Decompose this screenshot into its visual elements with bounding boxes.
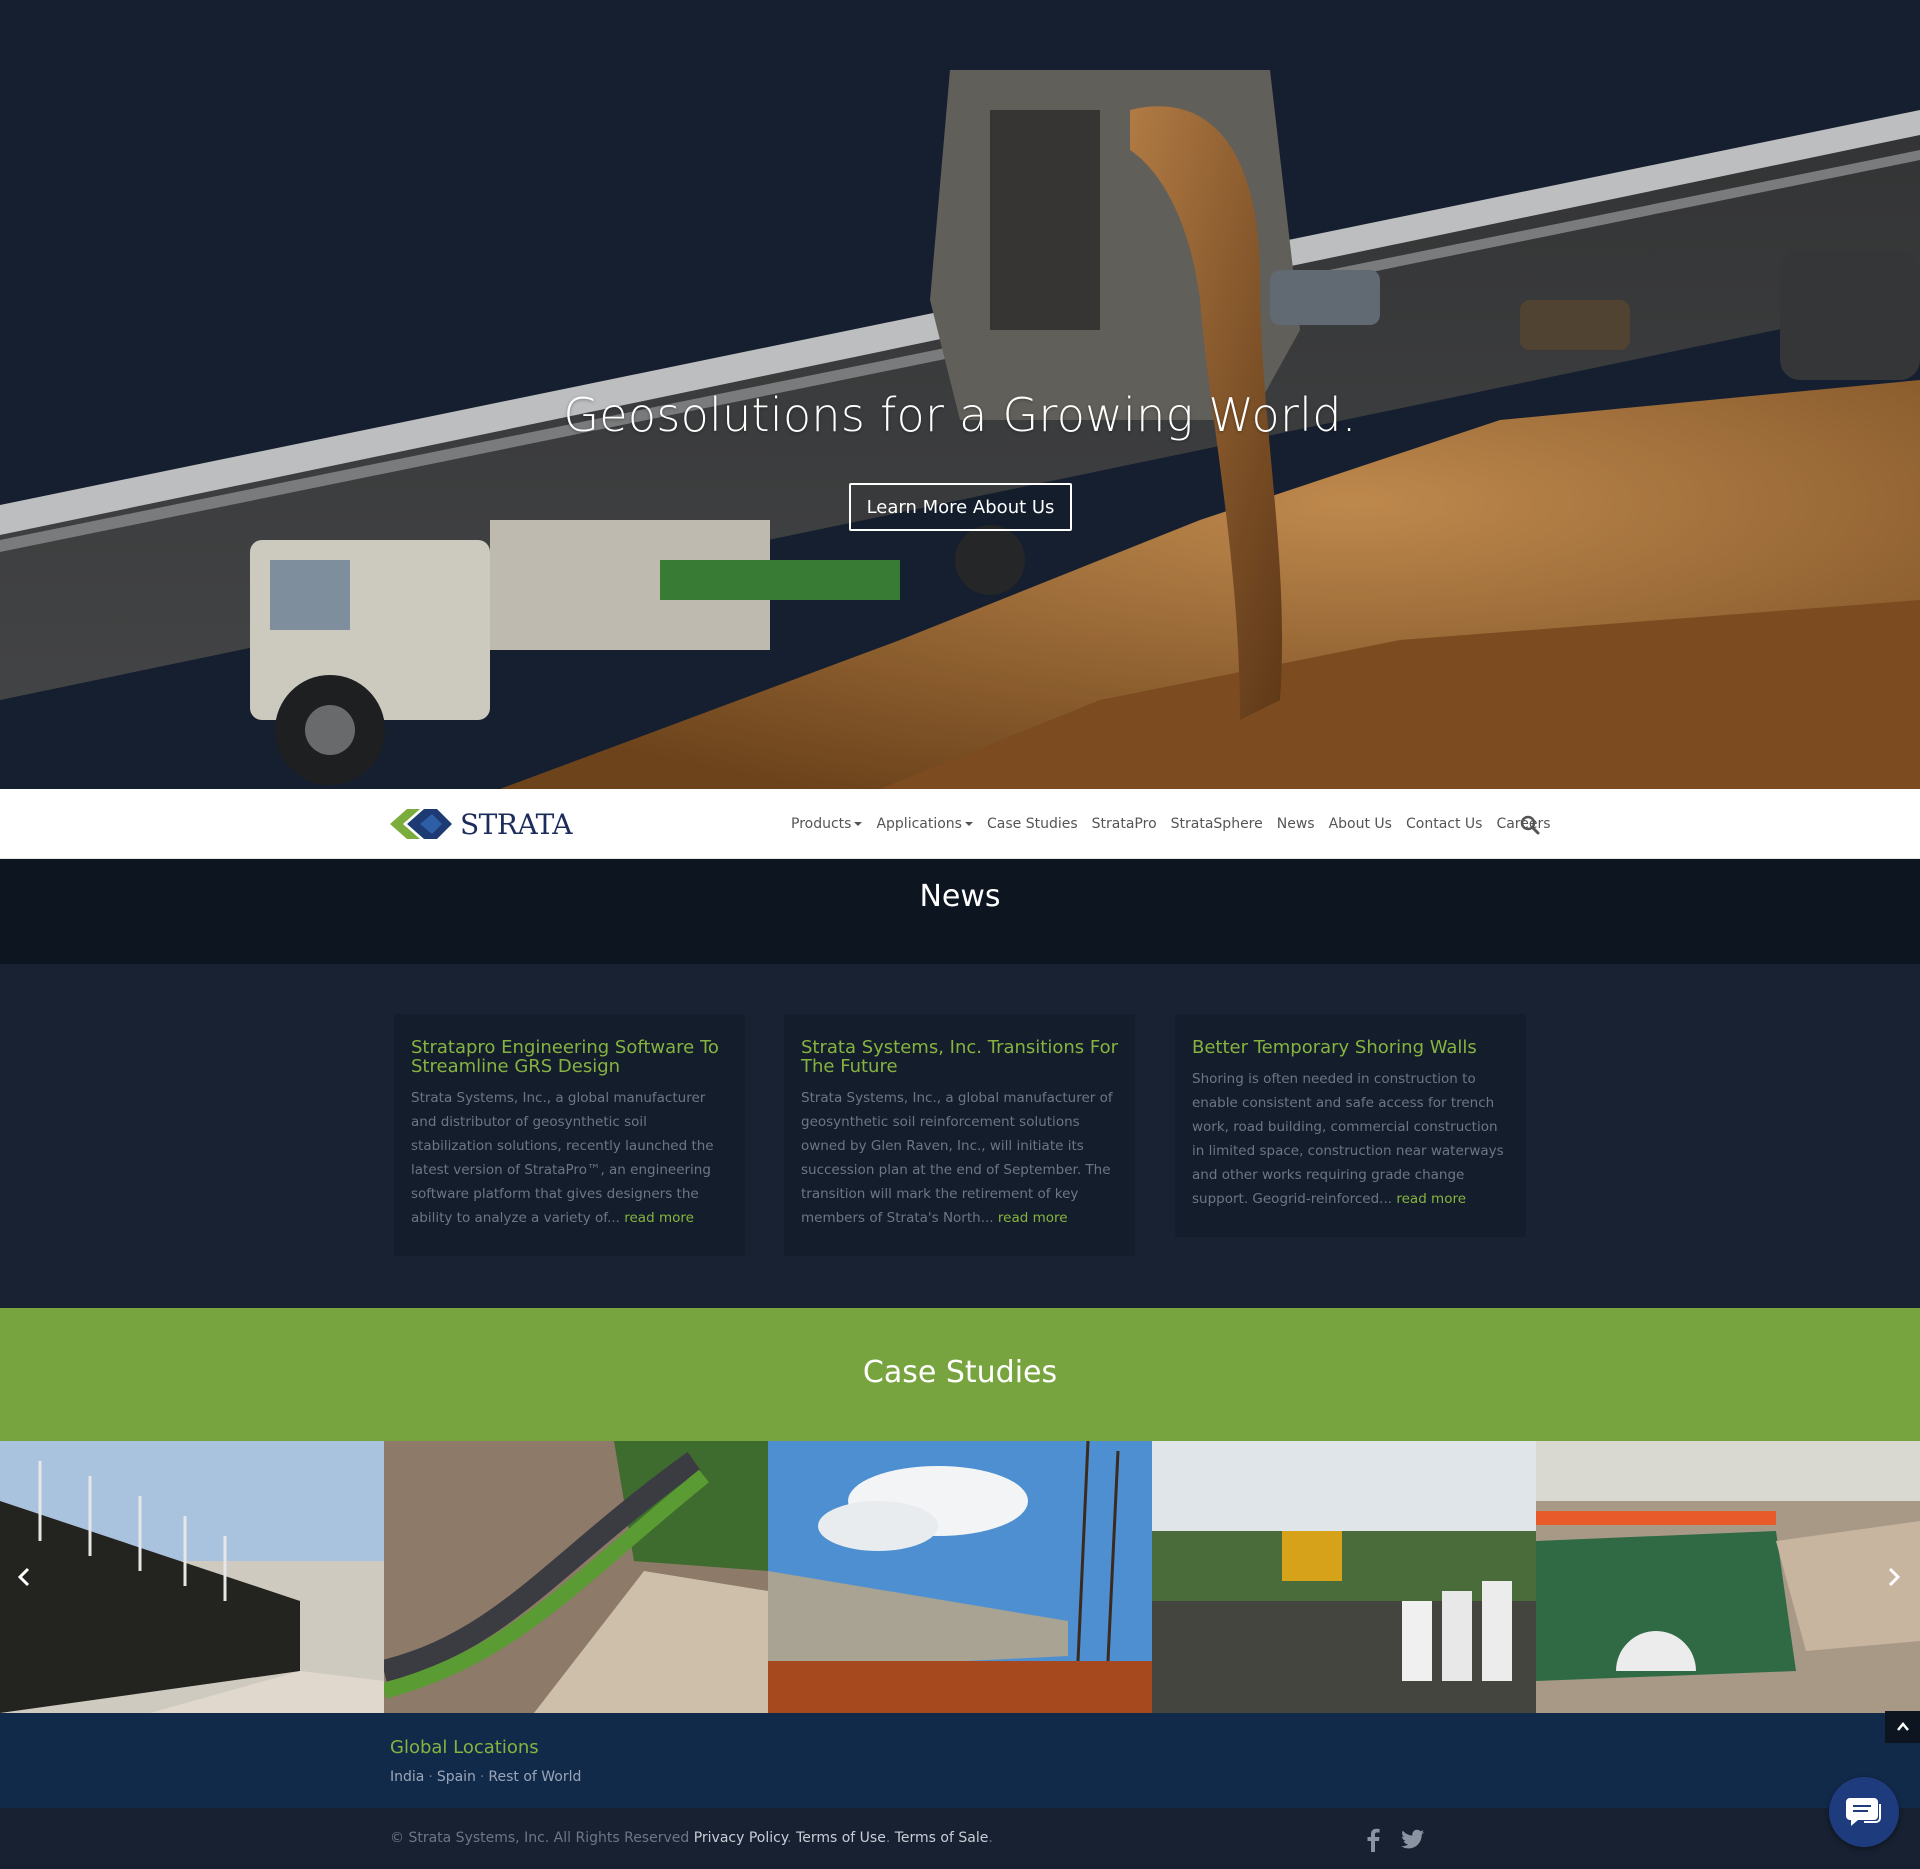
scroll-to-top-button[interactable] [1885,1711,1920,1743]
hero-title: Geosolutions for a Growing World. [563,388,1357,442]
nav-item-applications[interactable]: Applications [876,816,973,832]
case-study-slide[interactable] [1536,1441,1920,1713]
read-more-link[interactable]: read more [998,1210,1068,1226]
news-card-title[interactable]: Strata Systems, Inc. Transitions For The… [801,1038,1118,1076]
case-studies-header: Case Studies [0,1308,1920,1441]
news-heading: News [919,879,1001,914]
excerpt-text: Strata Systems, Inc., a global manufactu… [801,1090,1113,1226]
chat-icon [1846,1798,1881,1826]
news-card-title[interactable]: Stratapro Engineering Software To Stream… [411,1038,728,1076]
case-studies-heading: Case Studies [862,1355,1058,1390]
strata-logo-mark [390,809,452,839]
nav-label: Products [791,816,852,832]
terms-of-sale-link[interactable]: Terms of Sale [895,1830,989,1846]
nav-label: Applications [876,816,962,832]
news-section-header: News [0,859,1920,964]
case-study-slide[interactable] [1152,1441,1536,1713]
nav-item-contact-us[interactable]: Contact Us [1406,816,1482,832]
news-card-excerpt: Strata Systems, Inc., a global manufactu… [411,1086,728,1230]
privacy-policy-link[interactable]: Privacy Policy [694,1830,787,1846]
chat-button[interactable] [1829,1777,1899,1847]
nav-item-case-studies[interactable]: Case Studies [987,816,1078,832]
search-icon[interactable] [1520,815,1540,835]
nav-item-stratapro[interactable]: StrataPro [1092,816,1157,832]
chevron-right-icon[interactable] [1882,1565,1906,1589]
case-study-slide[interactable] [384,1441,768,1713]
hero-banner: Geosolutions for a Growing World. Learn … [0,0,1920,789]
punct: . [787,1830,797,1846]
caret-down-icon [854,822,863,826]
logo-text: STRATA [460,807,573,841]
news-card: Stratapro Engineering Software To Stream… [394,1014,745,1256]
news-card-excerpt: Shoring is often needed in construction … [1192,1067,1509,1211]
location-links: India · Spain · Rest of World [390,1769,581,1785]
facebook-icon[interactable] [1360,1826,1386,1852]
terms-of-use-link[interactable]: Terms of Use [796,1830,886,1846]
case-studies-carousel [0,1441,1920,1713]
punct: . [885,1830,895,1846]
excerpt-text: Strata Systems, Inc., a global manufactu… [411,1090,714,1226]
excerpt-text: Shoring is often needed in construction … [1192,1071,1504,1207]
locations-title: Global Locations [390,1737,539,1758]
location-link-spain[interactable]: Spain [437,1769,476,1785]
learn-more-button[interactable]: Learn More About Us [849,483,1072,531]
copyright: © Strata Systems, Inc. All Rights Reserv… [390,1830,993,1846]
main-navbar: STRATA Products Applications Case Studie… [0,789,1920,859]
nav-item-news[interactable]: News [1277,816,1315,832]
case-study-slide[interactable] [0,1441,384,1713]
copyright-text: © Strata Systems, Inc. All Rights Reserv… [390,1830,690,1846]
nav-item-products[interactable]: Products [791,816,863,832]
chevron-up-icon [1896,1722,1909,1731]
twitter-icon[interactable] [1400,1826,1426,1852]
nav-menu: Products Applications Case Studies Strat… [784,789,1558,859]
read-more-link[interactable]: read more [624,1210,694,1226]
punct: . [988,1830,993,1846]
read-more-link[interactable]: read more [1396,1191,1466,1207]
global-locations-section: Global Locations India · Spain · Rest of Wor… [0,1713,1920,1808]
caret-down-icon [964,822,973,826]
location-link-rest-of-world[interactable]: Rest of World [488,1769,581,1785]
news-card: Better Temporary Shoring Walls Shoring i… [1175,1014,1526,1237]
news-section: Stratapro Engineering Software To Stream… [0,964,1920,1308]
news-card-title[interactable]: Better Temporary Shoring Walls [1192,1038,1509,1057]
news-card-excerpt: Strata Systems, Inc., a global manufactu… [801,1086,1118,1230]
location-link-india[interactable]: India [390,1769,424,1785]
footer-bar: © Strata Systems, Inc. All Rights Reserv… [0,1808,1920,1869]
separator: · [479,1769,485,1785]
news-card: Strata Systems, Inc. Transitions For The… [784,1014,1135,1256]
strata-logo[interactable]: STRATA [390,806,573,842]
case-study-slide[interactable] [768,1441,1152,1713]
nav-item-about-us[interactable]: About Us [1329,816,1392,832]
nav-item-stratasphere[interactable]: StrataSphere [1171,816,1263,832]
separator: · [428,1769,433,1785]
chevron-left-icon[interactable] [12,1565,36,1589]
